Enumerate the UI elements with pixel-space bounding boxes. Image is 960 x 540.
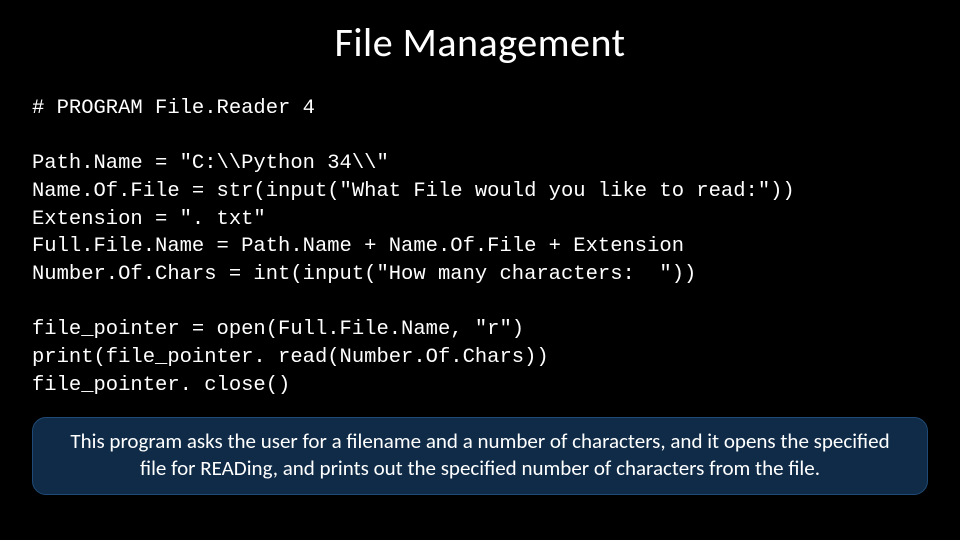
slide: File Management # PROGRAM File.Reader 4 … [0,0,960,540]
explanation-callout: This program asks the user for a filenam… [32,417,928,495]
page-title: File Management [32,18,928,67]
code-block: # PROGRAM File.Reader 4 Path.Name = "C:\… [32,95,928,399]
